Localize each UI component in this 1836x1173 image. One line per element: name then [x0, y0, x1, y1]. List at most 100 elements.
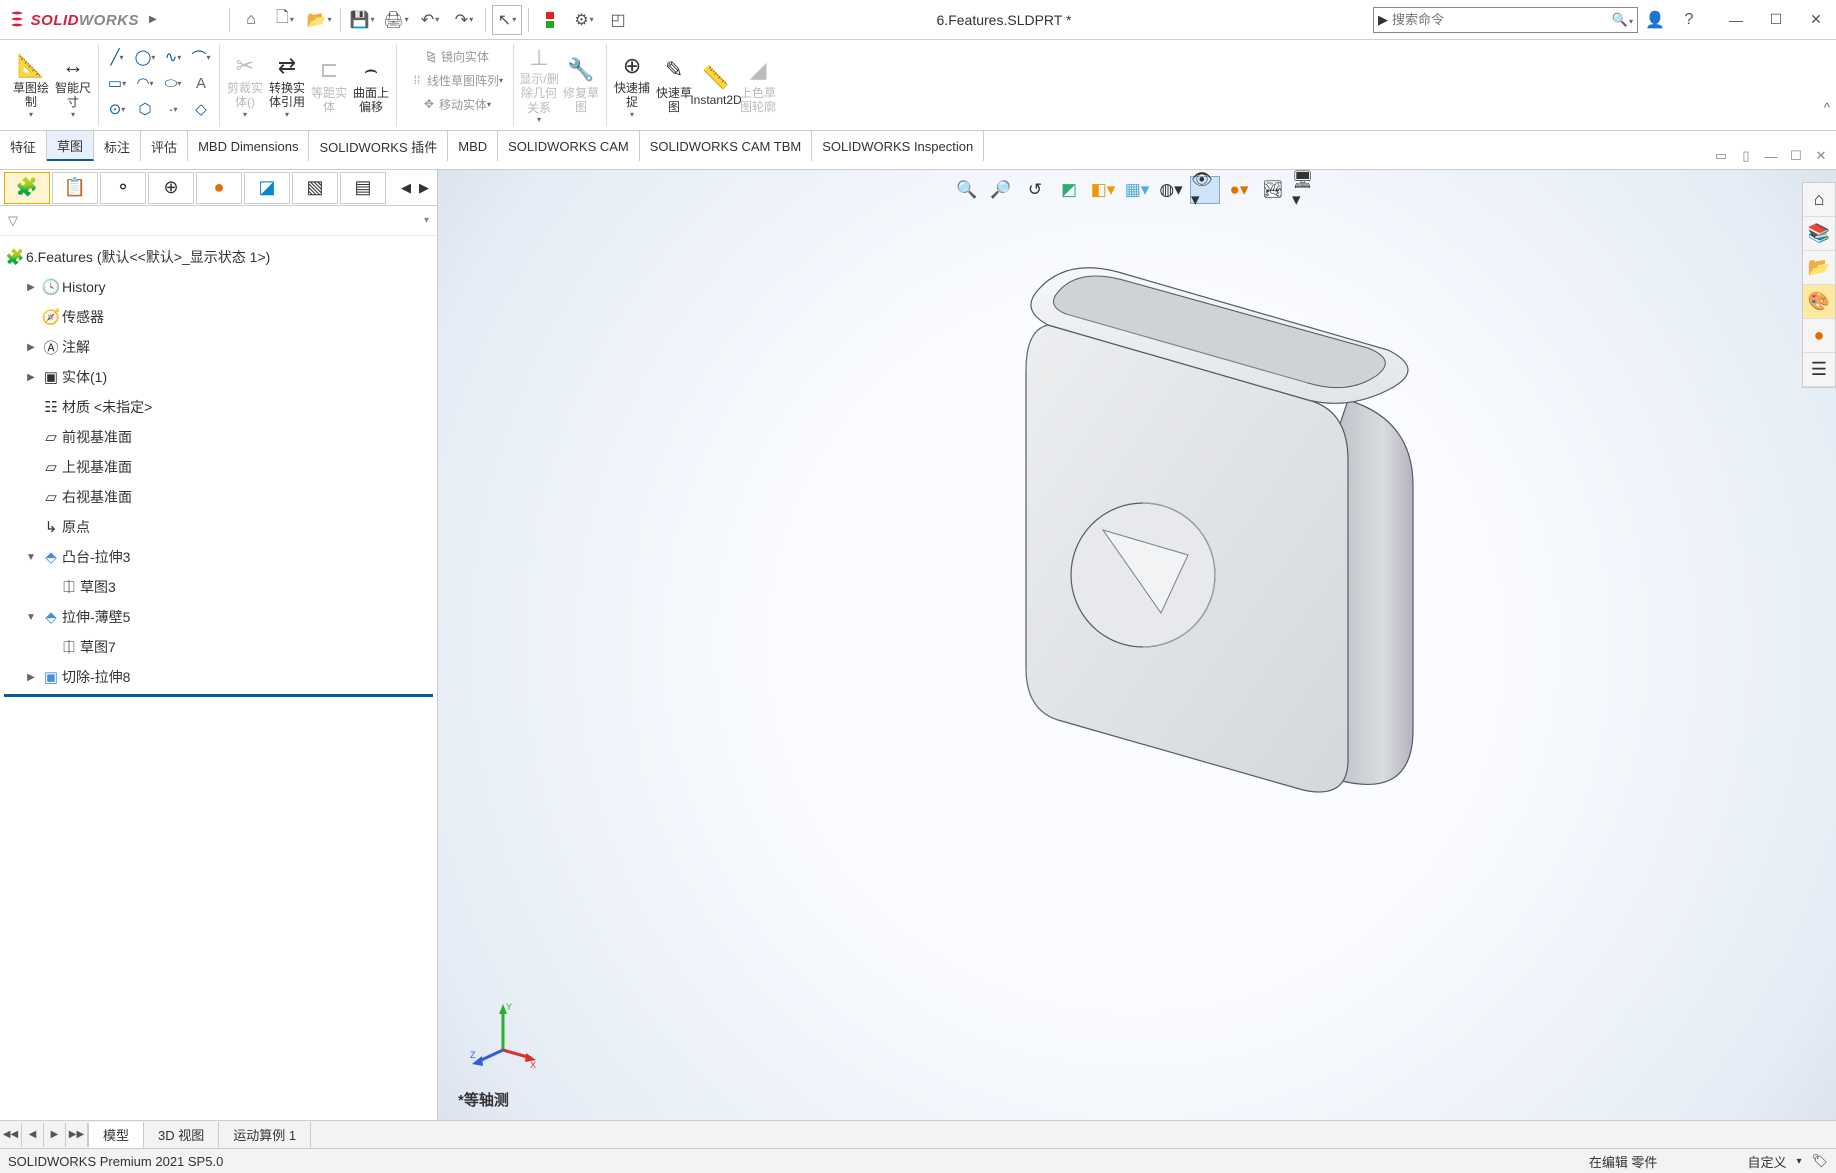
spline-button[interactable]: ∿▾: [159, 44, 187, 70]
tree-boss-extrude[interactable]: ▼⬘凸台-拉伸3: [4, 542, 433, 572]
tab-last-button[interactable]: ▶▶: [66, 1123, 88, 1147]
point-button[interactable]: ·▾: [159, 96, 187, 122]
tree-top-plane[interactable]: ▱上视基准面: [4, 452, 433, 482]
tab-features[interactable]: 特征: [0, 131, 47, 161]
plane-button[interactable]: ◇: [187, 96, 215, 122]
tab-sketch[interactable]: 草图: [47, 131, 94, 161]
tab-solidworks-cam[interactable]: SOLIDWORKS CAM: [498, 131, 640, 161]
bottom-tab-model[interactable]: 模型: [89, 1122, 144, 1148]
display-manager-tab[interactable]: ●: [196, 172, 242, 204]
tree-sketch7[interactable]: ⎅草图7: [4, 632, 433, 662]
mdi-cascade-button[interactable]: ▭: [1710, 146, 1732, 166]
tree-filter[interactable]: ▽ ▾: [0, 206, 437, 236]
minimize-button[interactable]: —: [1716, 5, 1756, 35]
expand-icon[interactable]: ▶: [22, 282, 40, 293]
search-input[interactable]: [1392, 12, 1612, 27]
configuration-tab[interactable]: ⚬: [100, 172, 146, 204]
new-button[interactable]: 🗋▾: [270, 5, 300, 35]
mdi-minimize-button[interactable]: —: [1760, 146, 1782, 166]
rebuild-button[interactable]: [535, 5, 565, 35]
expand-icon[interactable]: ▶: [22, 342, 40, 353]
taskpane-custom-properties-button[interactable]: ☰: [1803, 353, 1835, 387]
search-icon[interactable]: 🔍▾: [1612, 12, 1633, 28]
tree-sketch3[interactable]: ⎅草图3: [4, 572, 433, 602]
options-button[interactable]: ⚙▾: [569, 5, 599, 35]
taskpane-file-explorer-button[interactable]: 📂: [1803, 251, 1835, 285]
slot-button[interactable]: ⊙▾: [103, 96, 131, 122]
search-command-box[interactable]: ▶ 🔍▾: [1373, 7, 1638, 33]
bottom-tab-motion-study[interactable]: 运动算例 1: [219, 1122, 311, 1148]
convert-button[interactable]: ⇄转换实体引用▾: [266, 46, 308, 124]
panel-nav-right[interactable]: ▶: [415, 180, 433, 196]
tree-annotations[interactable]: ▶Ⓐ注解: [4, 332, 433, 362]
rollback-bar[interactable]: [4, 694, 433, 697]
tree-right-plane[interactable]: ▱右视基准面: [4, 482, 433, 512]
user-button[interactable]: 👤: [1640, 5, 1670, 35]
sketch-button[interactable]: 📐草图绘制▾: [10, 46, 52, 124]
tree-sensors[interactable]: 🧭传感器: [4, 302, 433, 332]
menu-arrow-icon[interactable]: ▶: [149, 14, 157, 25]
mdi-tile-button[interactable]: ▯: [1735, 146, 1757, 166]
cam-tools-tab[interactable]: ▧: [292, 172, 338, 204]
select-button[interactable]: ↖▾: [492, 5, 522, 35]
taskpane-appearances-button[interactable]: ●: [1803, 319, 1835, 353]
offset-surface-button[interactable]: ⌢曲面上偏移: [350, 46, 392, 124]
orientation-triad[interactable]: Y X Z: [468, 1000, 538, 1070]
tab-mbd[interactable]: MBD: [448, 131, 498, 161]
tab-evaluate[interactable]: 评估: [141, 131, 188, 161]
line-button[interactable]: ╱▾: [103, 44, 131, 70]
tree-thin-extrude[interactable]: ▼⬘拉伸-薄壁5: [4, 602, 433, 632]
arc-button[interactable]: ◠▾: [131, 70, 159, 96]
fillet-button[interactable]: ⌒▾: [187, 44, 215, 70]
mdi-close-button[interactable]: ✕: [1810, 146, 1832, 166]
redo-button[interactable]: ↷▾: [449, 5, 479, 35]
maximize-button[interactable]: ☐: [1756, 5, 1796, 35]
tab-solidworks-inspection[interactable]: SOLIDWORKS Inspection: [812, 131, 984, 161]
taskpane-home-button[interactable]: ⌂: [1803, 183, 1835, 217]
tree-history[interactable]: ▶🕓History: [4, 272, 433, 302]
taskpane-design-library-button[interactable]: 📚: [1803, 217, 1835, 251]
tab-next-button[interactable]: ▶: [44, 1123, 66, 1147]
text-button[interactable]: A: [187, 70, 215, 96]
print-button[interactable]: 🖨▾: [381, 5, 411, 35]
graphics-viewport[interactable]: ▭ ▯ — ☐ ✕ 🔍 🔎 ↺ ◩ ◧▾ ▦▾ ◍▾ 👁▾ ●▾ 🏞 🖥▾: [438, 170, 1836, 1120]
status-tag-icon[interactable]: 🏷: [1811, 1153, 1828, 1169]
dimxpert-tab[interactable]: ⊕: [148, 172, 194, 204]
collapse-icon[interactable]: ▼: [22, 552, 40, 563]
expand-icon[interactable]: ▶: [22, 672, 40, 683]
save-button[interactable]: 💾▾: [347, 5, 377, 35]
bottom-tab-3dview[interactable]: 3D 视图: [144, 1122, 219, 1148]
open-button[interactable]: 📂▾: [304, 5, 334, 35]
panel-nav-left[interactable]: ◀: [397, 180, 415, 196]
status-custom[interactable]: 自定义: [1747, 1152, 1786, 1171]
mdi-maximize-button[interactable]: ☐: [1785, 146, 1807, 166]
polygon-button[interactable]: ⬡: [131, 96, 159, 122]
ellipse-button[interactable]: ⬭▾: [159, 70, 187, 96]
tree-front-plane[interactable]: ▱前视基准面: [4, 422, 433, 452]
tree-solid-bodies[interactable]: ▶▣实体(1): [4, 362, 433, 392]
property-manager-tab[interactable]: 📋: [52, 172, 98, 204]
rapid-sketch-button[interactable]: ✎快速草图: [653, 46, 695, 124]
tree-cut-extrude[interactable]: ▶▣切除-拉伸8: [4, 662, 433, 692]
cam-tab[interactable]: ◪: [244, 172, 290, 204]
undo-button[interactable]: ↶▾: [415, 5, 445, 35]
collapse-ribbon-button[interactable]: ^: [1824, 100, 1830, 115]
tab-annotate[interactable]: 标注: [94, 131, 141, 161]
collapse-icon[interactable]: ▼: [22, 612, 40, 623]
tab-solidworks-cam-tbm[interactable]: SOLIDWORKS CAM TBM: [640, 131, 812, 161]
close-button[interactable]: ✕: [1796, 5, 1836, 35]
help-button[interactable]: ?: [1674, 5, 1704, 35]
expand-icon[interactable]: ▶: [22, 372, 40, 383]
tree-root[interactable]: 🧩6.Features (默认<<默认>_显示状态 1>): [4, 242, 433, 272]
instant2d-button[interactable]: 📏Instant2D: [695, 46, 737, 124]
tab-first-button[interactable]: ◀◀: [0, 1123, 22, 1147]
tab-solidworks-addins[interactable]: SOLIDWORKS 插件: [309, 131, 448, 161]
tab-prev-button[interactable]: ◀: [22, 1123, 44, 1147]
feature-tree-tab[interactable]: 🧩: [4, 172, 50, 204]
rect-button[interactable]: ▭▾: [103, 70, 131, 96]
taskpane-view-palette-button[interactable]: 🎨: [1803, 285, 1835, 319]
settings-button[interactable]: ◰: [603, 5, 633, 35]
status-custom-dropdown[interactable]: ▾: [1796, 1156, 1801, 1167]
tab-mbd-dimensions[interactable]: MBD Dimensions: [188, 131, 309, 161]
smart-dimension-button[interactable]: ↔智能尺寸▾: [52, 46, 94, 124]
